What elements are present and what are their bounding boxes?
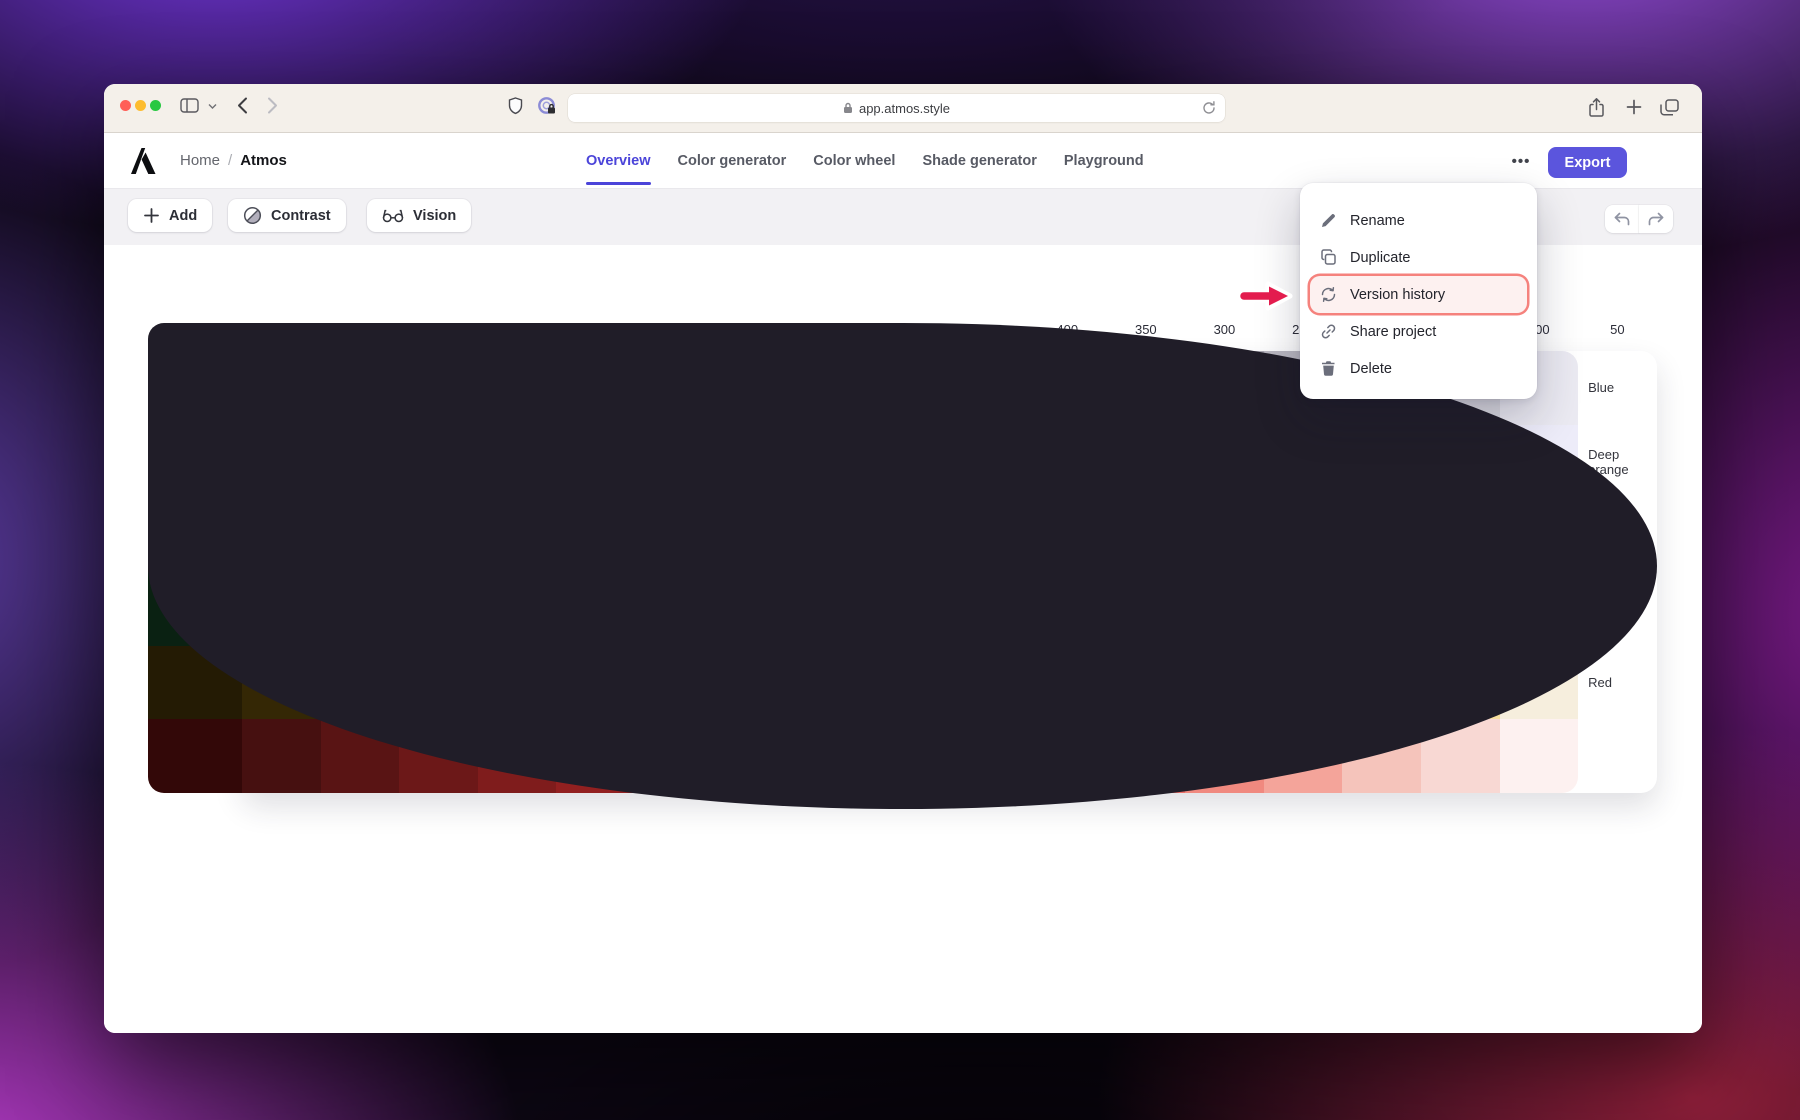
version-history-icon [1320, 286, 1337, 303]
tab-shade-generator[interactable]: Shade generator [922, 133, 1036, 188]
context-menu: Rename Duplicate Version history Share proj… [1300, 183, 1537, 399]
minimize-window-button[interactable] [135, 100, 146, 111]
trash-icon [1320, 360, 1337, 377]
breadcrumb-home[interactable]: Home [180, 152, 220, 169]
breadcrumb-separator: / [228, 152, 232, 169]
breadcrumb-current: Atmos [240, 152, 287, 169]
row-label-blue: Blue [1578, 351, 1657, 425]
atmos-logo[interactable] [128, 146, 158, 176]
contrast-label: Contrast [271, 208, 331, 224]
tab-color-wheel[interactable]: Color wheel [813, 133, 895, 188]
menu-item-label: Share project [1350, 324, 1436, 340]
menu-item-version-history[interactable]: Version history [1310, 276, 1527, 313]
export-button[interactable]: Export [1548, 147, 1627, 178]
show-tabs-icon[interactable] [1660, 99, 1679, 116]
menu-item-duplicate[interactable]: Duplicate [1310, 239, 1527, 276]
swatch-red-50[interactable] [1500, 719, 1579, 793]
column-header-50: 50 [1578, 307, 1657, 351]
zoom-window-button[interactable] [150, 100, 161, 111]
menu-item-delete[interactable]: Delete [1310, 350, 1527, 387]
tab-color-generator[interactable]: Color generator [678, 133, 787, 188]
privacy-report-icon[interactable] [537, 96, 557, 116]
undo-button[interactable] [1605, 205, 1639, 233]
url-text: app.atmos.style [859, 101, 950, 116]
redo-button[interactable] [1639, 205, 1673, 233]
lock-icon [843, 102, 853, 114]
menu-item-rename[interactable]: Rename [1310, 202, 1527, 239]
vision-button[interactable]: Vision [367, 199, 471, 232]
more-options-button[interactable]: ••• [1501, 147, 1541, 175]
menu-item-share-project[interactable]: Share project [1310, 313, 1527, 350]
tab-playground[interactable]: Playground [1064, 133, 1144, 188]
add-button[interactable]: Add [128, 199, 212, 232]
contrast-icon [243, 206, 262, 225]
browser-chrome: app.atmos.style [104, 84, 1702, 133]
address-bar[interactable]: app.atmos.style [568, 94, 1225, 122]
nav-tabs: Overview Color generator Color wheel Shade … [586, 133, 1144, 188]
swatch-red-900[interactable] [148, 719, 242, 793]
share-icon[interactable] [1588, 97, 1605, 118]
close-window-button[interactable] [120, 100, 131, 111]
breadcrumb: Home / Atmos [180, 133, 287, 188]
browser-window: app.atmos.style [104, 84, 1702, 1033]
link-icon [1320, 323, 1337, 340]
chevron-down-icon[interactable] [208, 103, 217, 110]
back-button[interactable] [237, 97, 248, 114]
glasses-icon [382, 208, 404, 223]
sidebar-toggle-icon[interactable] [180, 98, 199, 113]
plus-icon [143, 207, 160, 224]
new-tab-icon[interactable] [1626, 99, 1642, 115]
vision-label: Vision [413, 208, 456, 224]
pencil-icon [1320, 212, 1337, 229]
annotation-arrow [1238, 281, 1294, 316]
swatch-red-850[interactable] [242, 719, 321, 793]
contrast-button[interactable]: Contrast [228, 199, 346, 232]
menu-item-label: Delete [1350, 361, 1392, 377]
duplicate-icon [1320, 249, 1337, 266]
menu-item-label: Version history [1350, 287, 1445, 303]
tab-overview[interactable]: Overview [586, 133, 651, 188]
history-group [1605, 205, 1673, 233]
forward-button[interactable] [267, 97, 278, 114]
shield-icon[interactable] [508, 97, 523, 115]
menu-item-label: Duplicate [1350, 250, 1410, 266]
app-navbar: Home / Atmos Overview Color generator Colo… [104, 133, 1702, 188]
add-label: Add [169, 208, 197, 224]
reload-icon[interactable] [1202, 101, 1216, 120]
menu-item-label: Rename [1350, 213, 1405, 229]
